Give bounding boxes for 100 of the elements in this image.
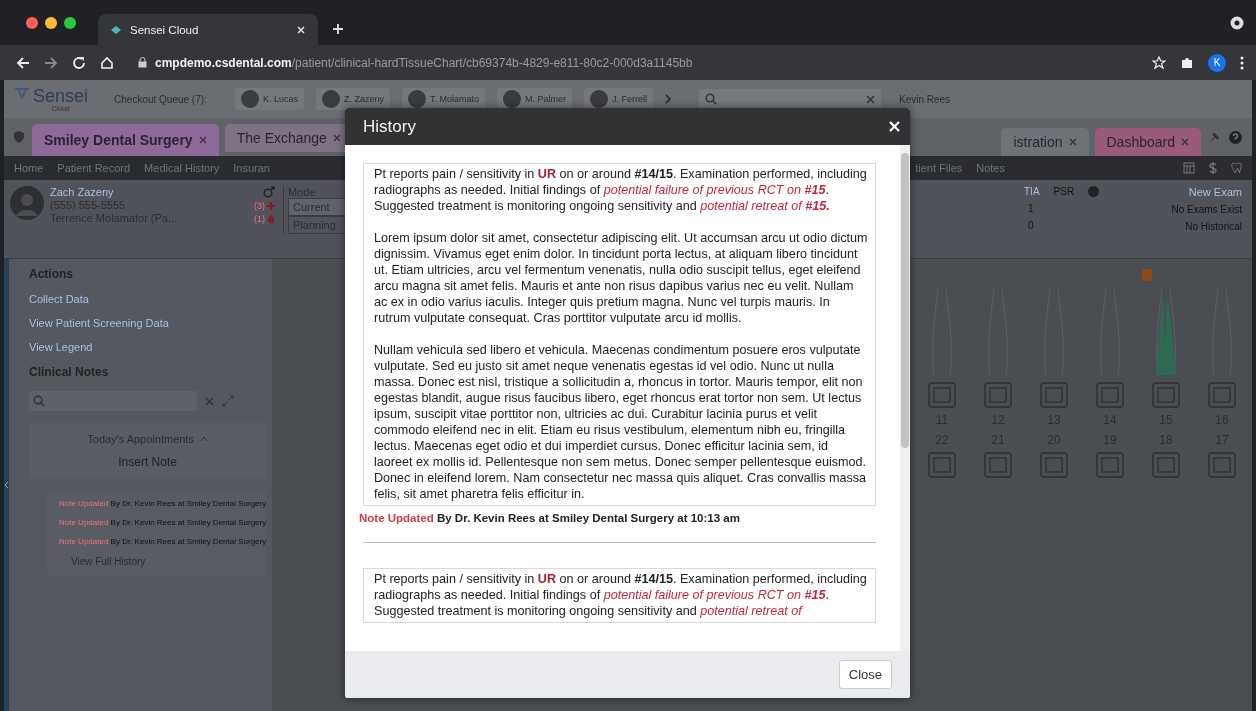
office-tab[interactable]: Dashboard [1094, 128, 1201, 156]
tooth-crown-icon [1151, 381, 1181, 409]
dialog-title: History [363, 116, 416, 137]
menu-icon[interactable] [1240, 55, 1244, 70]
help-icon[interactable] [1229, 130, 1242, 144]
historical-status: No Historical [1185, 221, 1242, 232]
nav-link[interactable]: Insuran [233, 162, 270, 174]
history-entry[interactable]: Note Updated By Dr. Kevin Rees at Smiley Dental Surgery [59, 537, 267, 546]
address-bar[interactable]: cmpdemo.csdental.com/patient/clinical-hardTissueChart/cb69374b-4829-e811-80c2-000d3a1145bb [128, 49, 703, 76]
tooth-icon[interactable] [1231, 162, 1242, 174]
caret-icon [199, 436, 208, 442]
queue-patient[interactable]: T. Molamato [401, 88, 485, 110]
nav-link[interactable]: tient Files [915, 162, 963, 174]
office-tab[interactable]: Smiley Dental Surgery [32, 124, 219, 156]
close-icon [198, 136, 207, 144]
browser-tab[interactable]: Sensei Cloud [98, 14, 318, 45]
avatar-icon [10, 186, 44, 220]
exam-value: 1 [1027, 203, 1035, 214]
profile-avatar[interactable]: K [1208, 53, 1226, 72]
close-button[interactable]: Close [838, 660, 892, 689]
window-control-icon [64, 16, 76, 29]
bell-count: (1) [254, 214, 265, 224]
action-link[interactable]: View Legend [29, 341, 267, 353]
expand-icon[interactable] [222, 395, 234, 407]
section-title: Clinical Notes [29, 365, 110, 379]
nav-link[interactable]: Notes [976, 162, 1005, 174]
history-entry[interactable]: Note Updated By Dr. Kevin Rees at Smiley Dental Surgery [59, 499, 267, 508]
alert-count: (3) [254, 201, 265, 211]
close-icon [1068, 138, 1077, 146]
chevron-right-icon [665, 94, 671, 104]
tab-title: Sensei Cloud [130, 23, 200, 36]
shield-icon [14, 131, 24, 143]
favicon-icon [110, 23, 122, 36]
close-icon[interactable] [889, 121, 900, 132]
tooth-crown-icon [1207, 381, 1237, 409]
exam-status: No Exams Exist [1171, 204, 1242, 215]
scrollbar-thumb[interactable] [901, 153, 909, 448]
clear-icon [866, 94, 875, 104]
forward-arrow-icon[interactable] [44, 55, 58, 70]
star-icon[interactable] [1152, 55, 1166, 70]
tooth-crown-icon [1095, 451, 1125, 479]
calendar-icon[interactable] [1183, 162, 1195, 174]
logo-icon [14, 86, 30, 99]
marker-icon [1142, 269, 1152, 281]
office-tab[interactable]: istration [1001, 128, 1089, 156]
logo-text: Sensei [33, 86, 89, 105]
nav-link[interactable]: Home [14, 162, 44, 174]
note-paragraph: Lorem ipsum dolor sit amet, consectetur adipiscing elit. Ut accumsan arcu ut odio dictum dignissim. Vivamus eget enim dolor. In tincidunt porta lectus, at aliquam libero tincidunt ut. Etiam ultricies, arcu vel fermentum venenatis, nulla odio suscipit tellus, eget eleifend arcu magna sit amet felis. Mauris et ante non risus dapibus varius nec eu velit. Nullam ac ex in odio varius iaculis. Integer quis pretium magna. Nunc vel turpis mauris. In rutrum vulputate consequat. Cras porttitor vulputate arcu id mollis. [374, 230, 869, 326]
avatar-icon [321, 90, 340, 108]
chevron-left-icon [4, 481, 9, 489]
search-icon [705, 93, 717, 105]
plus-icon[interactable] [332, 22, 344, 35]
scrollbar[interactable] [900, 145, 910, 651]
note-status: Note Updated By Dr. Kevin Rees at Smiley Dental Surgery at 10:13 am [359, 512, 741, 524]
search-icon [33, 395, 45, 407]
profile-menu-icon[interactable] [1230, 15, 1244, 30]
note-paragraph: Nullam vehicula sed libero et vehicula. Maecenas condimentum posuere eros vulputate vulputate. Sed eu justo sit amet neque venenatis egestas id vel odio. Nunc ut nulla massa. Donec est nisl, tristique a sollicitudin a, rhoncus in tortor. Mauris tempor, elit non egestas blandit, augue risus faucibus libero, eget rhoncus erat tortor non sem. Ut lectus ipsum, suscipit vitae porttitor non, ultricies ac dui. Curabitur lacinia purus et velit commodo eleifend nec in elit. Etiam eu risus vestibulum, elementum nibh eu, fringilla lectus. Maecenas eget odio et dui imperdiet cursus. Donec efficitur lacinia sem, id laoreet ex mollis id. Pellentesque non sem metus. Donec semper pellentesque euismod. Donec in eleifend lorem. Nam consectetur nec massa quis aliquet. Cras convallis massa felis, sit amet pharetra felis efficitur in. [374, 342, 868, 502]
action-link[interactable]: Collect Data [29, 293, 267, 305]
user-menu[interactable]: Kevin Rees [899, 93, 951, 105]
home-icon[interactable] [100, 55, 114, 70]
tooth-crown-icon [927, 451, 957, 479]
tooth-crown-icon [1151, 451, 1181, 479]
back-arrow-icon[interactable] [16, 55, 30, 70]
note-search-field[interactable] [29, 391, 197, 411]
queue-patient[interactable]: Z. Zazeny [315, 88, 390, 110]
tooth-crown-icon [983, 381, 1013, 409]
tooth-crown-icon [983, 451, 1013, 479]
window-control-icon [26, 16, 38, 29]
close-icon [296, 24, 306, 35]
tooth-crown-icon [1039, 451, 1069, 479]
exam-column-header: PSR [1053, 186, 1075, 197]
window-control-icon [45, 16, 57, 29]
reload-icon[interactable] [72, 55, 86, 70]
note-paragraph: Pt reports pain / sensitivity in UR on or around #14/15. Examination performed, including radiographs as needed. Initial findings of potential failure of previous RCT on #15. Suggested treatment is monitoring ongoing sensitivity and potential retreat of [374, 571, 868, 619]
tooth-crown-icon [1095, 381, 1125, 409]
queue-patient[interactable]: M. Palmer [496, 88, 572, 110]
avatar-icon [240, 90, 259, 108]
tooth-crown-icon [1039, 381, 1069, 409]
patient-name[interactable]: Zach Zazeny [50, 186, 248, 198]
male-symbol-icon [263, 186, 275, 198]
dollar-icon[interactable] [1209, 162, 1217, 174]
nav-link[interactable]: Patient Record [57, 162, 131, 174]
search-field[interactable] [699, 89, 881, 109]
action-link[interactable]: View Patient Screening Data [29, 317, 267, 329]
mode-option[interactable]: Current [288, 198, 348, 216]
lock-icon [138, 57, 147, 68]
queue-patient[interactable]: J. Ferrell [583, 88, 653, 110]
pin-icon[interactable] [1209, 131, 1221, 143]
new-exam-link[interactable]: New Exam [1188, 186, 1242, 198]
clear-icon[interactable] [205, 396, 214, 406]
nav-link[interactable]: Medical History [144, 162, 220, 174]
url-text: cmpdemo.csdental.com/patient/clinical-hardTissueChart/cb69374b-4829-e811-80c2-000d3a1145bb [155, 55, 693, 70]
history-entry[interactable]: Note Updated By Dr. Kevin Rees at Smiley Dental Surgery [59, 518, 267, 527]
insert-note-button[interactable]: Insert Note [118, 455, 177, 469]
queue-label: Checkout Queue (7): [114, 93, 207, 105]
queue-patient[interactable]: K. Lucas [234, 88, 304, 110]
exam-column-header: TIA [1024, 186, 1040, 197]
medical-cross-icon [267, 202, 275, 210]
tooth-crown-icon [1207, 451, 1237, 479]
section-title: Actions [29, 267, 74, 281]
